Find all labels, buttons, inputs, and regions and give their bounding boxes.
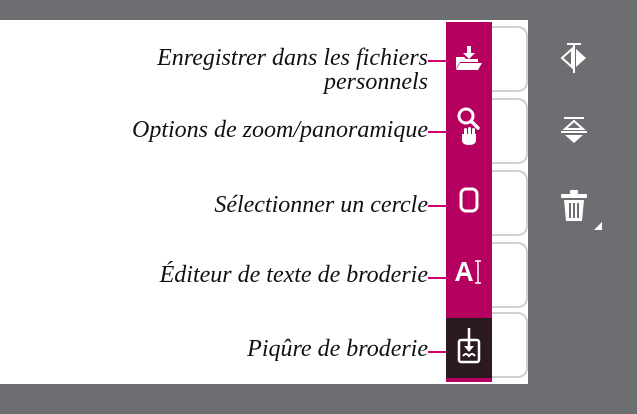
callout-text-line1: Enregistrer dans les fichiers xyxy=(157,45,428,71)
leader-line xyxy=(428,205,446,207)
callout-text-line2: personnels xyxy=(324,69,428,95)
zoom-pan-icon xyxy=(454,106,484,151)
leader-line xyxy=(428,60,446,62)
callout-text-editor: Éditeur de texte de broderie xyxy=(160,263,428,287)
callout-zoom-pan: Options de zoom/panoramique xyxy=(132,118,428,142)
text-editor-icon xyxy=(453,259,485,290)
tab-slot-5 xyxy=(492,312,528,378)
callout-text: Options de zoom/panoramique xyxy=(132,117,428,143)
callout-text: Sélectionner un cercle xyxy=(214,192,428,218)
select-circle-button[interactable] xyxy=(446,172,492,232)
leader-line xyxy=(428,277,446,279)
circle-select-icon xyxy=(457,185,481,220)
leader-line xyxy=(428,131,446,133)
delete-button[interactable] xyxy=(552,184,596,228)
zoom-pan-options-button[interactable] xyxy=(446,98,492,158)
leader-line xyxy=(428,351,446,353)
bottom-bar xyxy=(0,384,637,414)
tab-slot-1 xyxy=(492,26,528,92)
delete-icon xyxy=(559,189,589,223)
callout-text: Éditeur de texte de broderie xyxy=(159,262,428,288)
tab-slot-2 xyxy=(492,98,528,164)
stitchout-icon xyxy=(455,326,483,371)
mirror-horizontal-icon xyxy=(557,41,591,75)
callout-stitchout: Piqûre de broderie xyxy=(247,337,428,361)
tool-window: Enregistrer dans les fichiers personnels… xyxy=(0,0,637,414)
submenu-indicator xyxy=(594,222,602,230)
mirror-horizontal-button[interactable] xyxy=(552,36,596,80)
mirror-vertical-icon xyxy=(557,115,591,149)
callout-text: Piqûre de broderie xyxy=(247,336,428,362)
embroidery-stitchout-button[interactable] xyxy=(446,318,492,378)
tab-slot-3 xyxy=(492,170,528,236)
callout-save-personal-files: Enregistrer dans les fichiers personnels xyxy=(157,46,428,94)
tab-slot-4 xyxy=(492,242,528,308)
save-to-personal-files-button[interactable] xyxy=(446,30,492,90)
callout-select-circle: Sélectionner un cercle xyxy=(214,193,428,217)
embroidery-text-editor-button[interactable] xyxy=(446,244,492,304)
folder-save-icon xyxy=(454,45,484,76)
mirror-vertical-button[interactable] xyxy=(552,110,596,154)
